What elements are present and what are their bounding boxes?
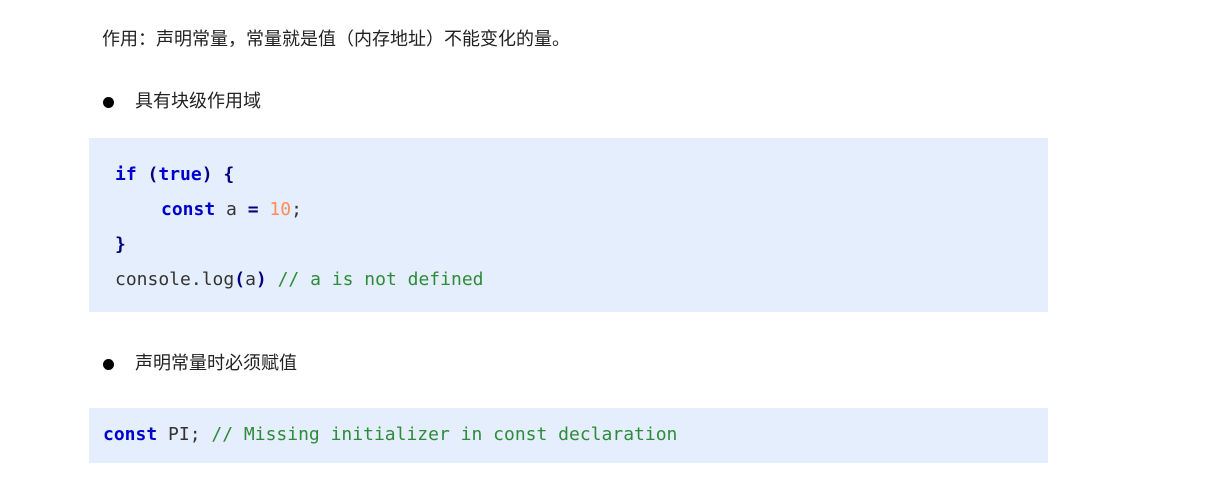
- code-identifier: a: [245, 269, 256, 290]
- code-keyword: const: [161, 199, 216, 220]
- bullet-label: 声明常量时必须赋值: [135, 353, 297, 374]
- code-brace: }: [115, 234, 126, 255]
- code-keyword: if: [115, 164, 137, 185]
- code-line: const a = 10;: [161, 198, 302, 222]
- code-line: }: [115, 233, 126, 257]
- code-identifier: a: [226, 199, 237, 220]
- bullet-item-must-assign: 声明常量时必须赋值: [103, 351, 297, 377]
- intro-text: 作用：声明常量，常量就是值（内存地址）不能变化的量。: [102, 29, 570, 50]
- code-keyword: const: [103, 424, 158, 445]
- code-identifier: PI;: [168, 424, 201, 445]
- code-line: const PI; // Missing initializer in cons…: [103, 423, 677, 447]
- code-paren: (: [147, 164, 159, 185]
- bullet-dot-icon: [103, 358, 114, 370]
- bullet-dot-icon: [103, 96, 114, 108]
- code-semicolon: ;: [291, 199, 302, 220]
- code-paren: ): [255, 269, 267, 290]
- code-comment: // Missing initializer in const declarat…: [211, 424, 678, 445]
- code-block-must-assign: const PI; // Missing initializer in cons…: [89, 408, 1048, 463]
- code-block-block-scope: if (true) { const a = 10; } console.log(…: [89, 138, 1048, 312]
- code-identifier: console.log: [115, 269, 235, 290]
- code-paren: ): [201, 164, 213, 185]
- code-comment: // a is not defined: [277, 269, 484, 290]
- bullet-item-block-scope: 具有块级作用域: [103, 89, 261, 115]
- code-line: if (true) {: [115, 163, 234, 187]
- code-line: console.log(a) // a is not defined: [115, 268, 484, 292]
- bullet-label: 具有块级作用域: [135, 91, 261, 112]
- code-paren: (: [234, 269, 246, 290]
- code-number: 10: [269, 199, 292, 220]
- code-keyword: true: [158, 164, 202, 185]
- code-brace: {: [223, 164, 235, 185]
- code-operator: =: [247, 199, 259, 220]
